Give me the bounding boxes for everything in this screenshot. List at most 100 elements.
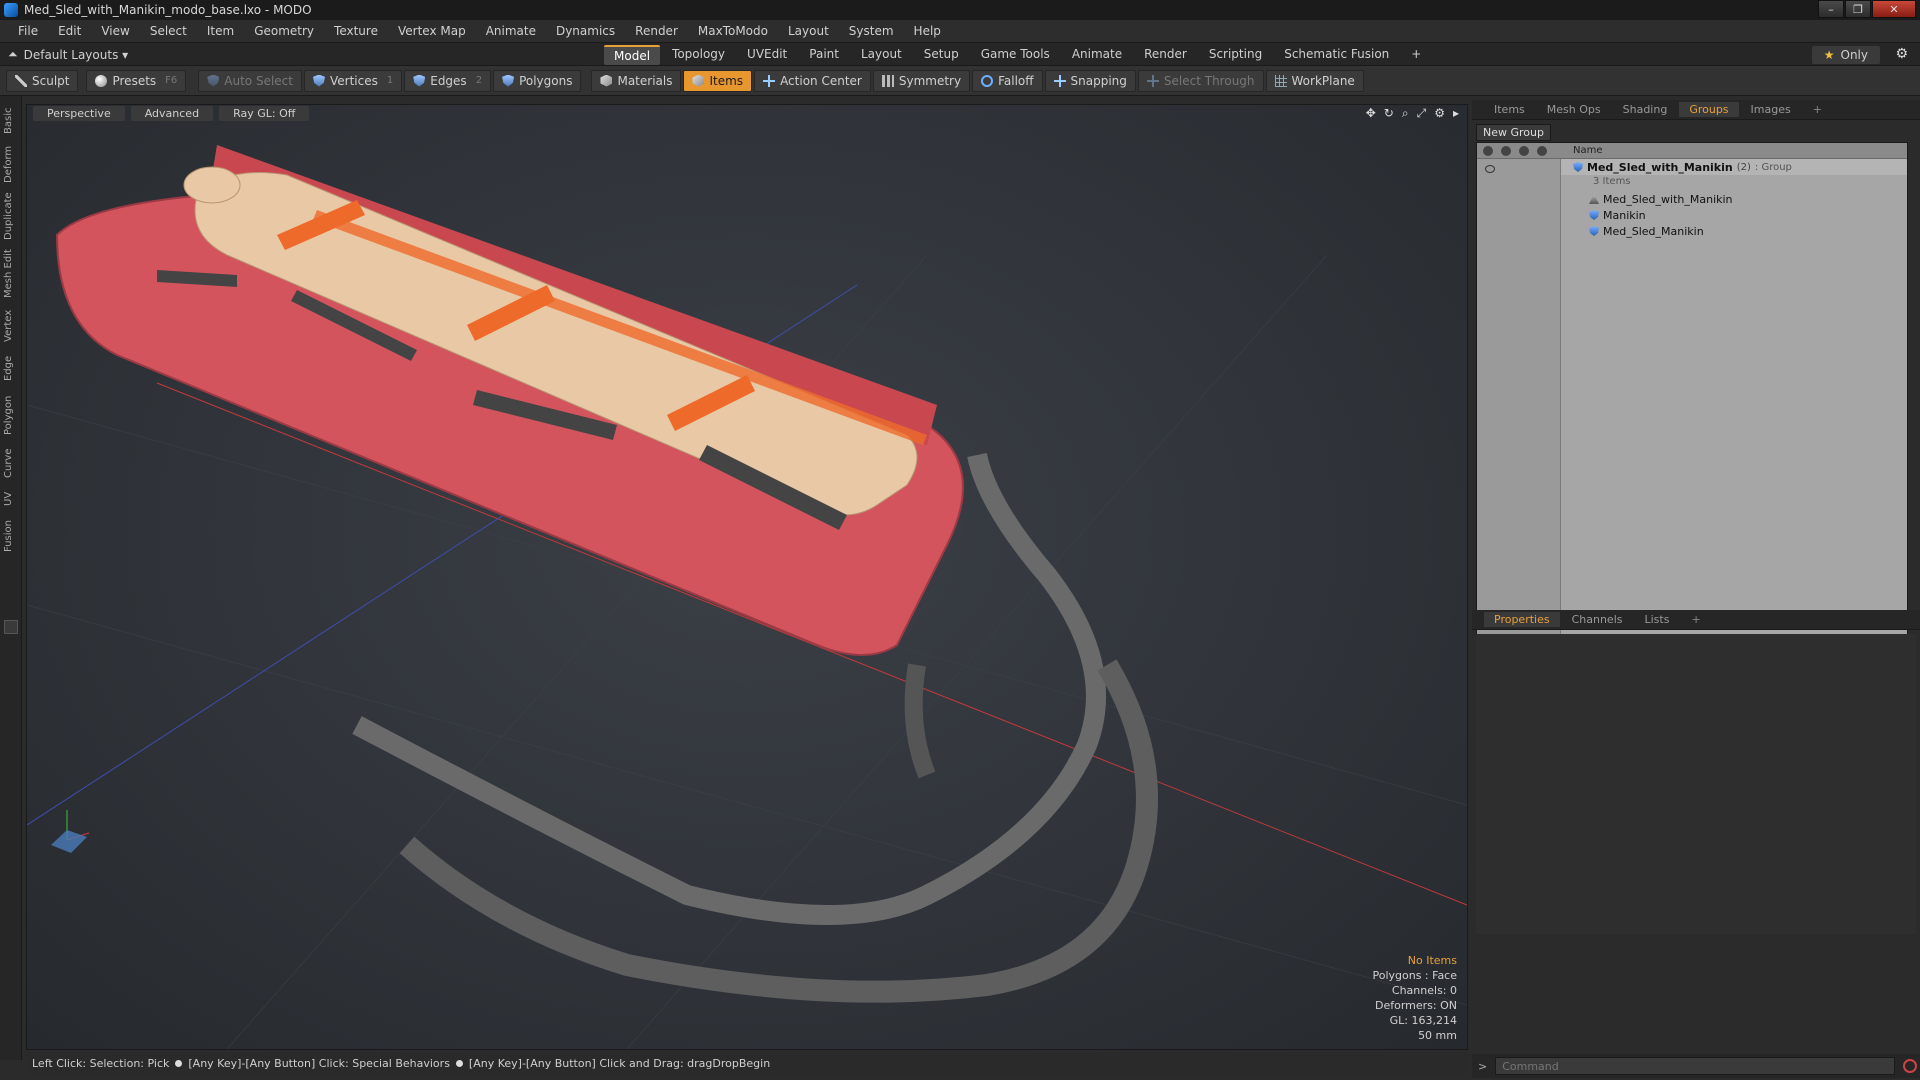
command-input[interactable] — [1495, 1057, 1896, 1075]
tab-render[interactable]: Render — [1134, 45, 1197, 65]
layouts-dropdown[interactable]: ⏶ Default Layouts ▾ — [8, 47, 128, 62]
materials-button[interactable]: Materials — [591, 69, 682, 92]
workplane-button[interactable]: WorkPlane — [1265, 69, 1364, 92]
group-icon — [1573, 162, 1583, 172]
layout-bar: ⏶ Default Layouts ▾ Model Topology UVEdi… — [0, 42, 1920, 66]
shading-mode-dropdown[interactable]: Advanced — [130, 105, 214, 121]
scene-render — [27, 145, 1467, 1049]
viewport-menu-arrow-icon[interactable]: ▸ — [1453, 106, 1459, 121]
menu-file[interactable]: File — [8, 24, 48, 38]
tab-polygon[interactable]: Polygon — [3, 390, 19, 440]
tab-curve[interactable]: Curve — [3, 444, 19, 482]
tab-game-tools[interactable]: Game Tools — [971, 45, 1060, 65]
menu-system[interactable]: System — [839, 24, 904, 38]
view-type-dropdown[interactable]: Perspective — [33, 105, 125, 121]
name-column-header[interactable]: Name — [1561, 145, 1603, 156]
tab-layout[interactable]: Layout — [851, 45, 912, 65]
tab-model[interactable]: Model — [604, 45, 661, 65]
add-tab-button[interactable]: + — [1401, 45, 1431, 65]
menu-edit[interactable]: Edit — [48, 24, 91, 38]
add-panel-tab-button[interactable]: + — [1681, 612, 1710, 627]
tree-row-mesh-sled[interactable]: Med_Sled_with_Manikin — [1561, 191, 1733, 207]
auto-select-button[interactable]: Auto Select — [198, 69, 302, 92]
tab-lists[interactable]: Lists — [1635, 612, 1680, 627]
tab-scripting[interactable]: Scripting — [1199, 45, 1272, 65]
restore-button[interactable]: ❐ — [1845, 0, 1871, 18]
deformers-info: Deformers: ON — [1375, 999, 1457, 1012]
menu-texture[interactable]: Texture — [324, 24, 388, 38]
only-toggle[interactable]: ★ Only — [1811, 46, 1880, 64]
pan-icon[interactable]: ✥ — [1366, 106, 1376, 121]
tree-row-med-sled-manikin[interactable]: Med_Sled_Manikin — [1561, 223, 1704, 239]
eye-icon[interactable] — [1485, 165, 1495, 173]
tree-row-manikin[interactable]: Manikin — [1561, 207, 1646, 223]
rotate-icon[interactable]: ↻ — [1384, 106, 1394, 121]
vertices-button[interactable]: Vertices 1 — [303, 69, 403, 92]
menu-select[interactable]: Select — [140, 24, 197, 38]
menu-geometry[interactable]: Geometry — [244, 24, 324, 38]
zoom-icon[interactable]: ⌕ — [1402, 106, 1409, 121]
tab-images[interactable]: Images — [1741, 102, 1801, 117]
tab-edge[interactable]: Edge — [3, 350, 19, 386]
tab-uvedit[interactable]: UVEdit — [737, 45, 797, 65]
menu-render[interactable]: Render — [625, 24, 688, 38]
menu-item[interactable]: Item — [197, 24, 244, 38]
minimize-button[interactable]: – — [1818, 0, 1844, 18]
add-panel-tab-button[interactable]: + — [1803, 102, 1832, 117]
menu-help[interactable]: Help — [904, 24, 951, 38]
raygl-toggle[interactable]: Ray GL: Off — [219, 105, 310, 121]
tab-properties[interactable]: Properties — [1484, 612, 1560, 627]
properties-area — [1476, 634, 1916, 934]
tab-duplicate[interactable]: Duplicate — [3, 190, 19, 242]
sculpt-button[interactable]: Sculpt — [6, 69, 79, 92]
tab-vertex[interactable]: Vertex — [3, 306, 19, 346]
gear-icon[interactable]: ⚙ — [1895, 46, 1908, 62]
tab-channels[interactable]: Channels — [1562, 612, 1633, 627]
tab-groups[interactable]: Groups — [1679, 102, 1739, 117]
visibility-columns-header — [1477, 145, 1561, 156]
tab-paint[interactable]: Paint — [799, 45, 849, 65]
tab-fusion[interactable]: Fusion — [3, 516, 19, 556]
strip-toggle-button[interactable] — [4, 620, 18, 634]
new-group-button[interactable]: New Group — [1476, 124, 1551, 141]
tab-schematic-fusion[interactable]: Schematic Fusion — [1274, 45, 1399, 65]
menu-dynamics[interactable]: Dynamics — [546, 24, 625, 38]
tab-deform[interactable]: Deform — [3, 142, 19, 186]
eye-icon[interactable] — [1483, 145, 1493, 156]
menu-view[interactable]: View — [91, 24, 139, 38]
3d-viewport[interactable]: Perspective Advanced Ray GL: Off ✥ ↻ ⌕ ⤢… — [26, 104, 1468, 1050]
symmetry-button[interactable]: Symmetry — [872, 69, 971, 92]
tab-mesh-edit[interactable]: Mesh Edit — [3, 246, 19, 302]
tab-items[interactable]: Items — [1484, 102, 1535, 117]
presets-button[interactable]: Presets F6 — [86, 69, 187, 92]
menu-layout[interactable]: Layout — [778, 24, 839, 38]
menu-maxtomodo[interactable]: MaxToModo — [688, 24, 778, 38]
select-icon[interactable] — [1537, 145, 1547, 156]
edges-button[interactable]: Edges 2 — [404, 69, 492, 92]
polygons-button[interactable]: Polygons — [493, 69, 582, 92]
items-button[interactable]: Items — [683, 69, 753, 92]
action-center-button[interactable]: Action Center — [754, 69, 871, 92]
window-title: Med_Sled_with_Manikin_modo_base.lxo - MO… — [24, 3, 312, 17]
tab-topology[interactable]: Topology — [662, 45, 735, 65]
snapping-button[interactable]: Snapping — [1044, 69, 1136, 92]
polygons-info: Polygons : Face — [1372, 969, 1457, 982]
stop-icon[interactable] — [1903, 1059, 1918, 1073]
lock-icon[interactable] — [1519, 145, 1529, 156]
maximize-icon[interactable]: ⤢ — [1417, 106, 1427, 121]
tab-basic[interactable]: Basic — [3, 104, 19, 138]
falloff-button[interactable]: Falloff — [972, 69, 1043, 92]
render-icon[interactable] — [1501, 145, 1511, 156]
presets-label: Presets — [112, 73, 157, 88]
tab-mesh-ops[interactable]: Mesh Ops — [1537, 102, 1611, 117]
tab-animate[interactable]: Animate — [1062, 45, 1132, 65]
menu-animate[interactable]: Animate — [476, 24, 546, 38]
tab-shading[interactable]: Shading — [1613, 102, 1678, 117]
tab-setup[interactable]: Setup — [914, 45, 969, 65]
viewport-settings-icon[interactable]: ⚙ — [1434, 106, 1445, 121]
select-through-button[interactable]: Select Through — [1137, 69, 1264, 92]
action-center-label: Action Center — [780, 73, 862, 88]
tab-uv[interactable]: UV — [3, 486, 19, 512]
menu-vertex-map[interactable]: Vertex Map — [388, 24, 476, 38]
close-button[interactable]: ✕ — [1872, 0, 1916, 18]
